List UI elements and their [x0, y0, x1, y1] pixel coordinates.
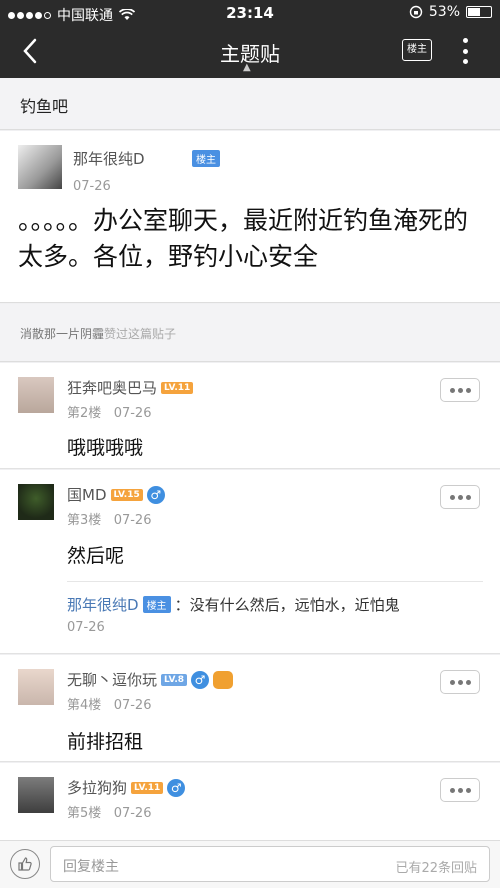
rotation-lock-icon	[409, 5, 423, 19]
floor-number: 第5楼	[67, 806, 102, 821]
sub-reply-username[interactable]: 那年很纯D	[67, 594, 139, 615]
floor-date: 07-26	[113, 698, 152, 713]
floor-date: 07-26	[113, 513, 152, 528]
nav-bar: 主题贴 ▲ 楼主	[0, 26, 500, 78]
level-badge: LV.11	[161, 381, 194, 394]
avatar[interactable]	[18, 669, 54, 705]
level-badge: LV.8	[161, 673, 187, 686]
more-options-button[interactable]	[440, 778, 480, 802]
more-vertical-icon[interactable]	[458, 38, 472, 64]
avatar[interactable]	[18, 377, 54, 413]
male-icon: ♂	[167, 778, 186, 797]
status-right: 53%	[409, 4, 492, 20]
likes-row: 消散那一片阴霾赞过这篇贴子	[0, 304, 500, 362]
louzhu-badge: 楼主	[142, 596, 171, 613]
floor-user: 无聊丶逗你玩 LV.8 ♂	[67, 669, 233, 690]
floor-meta: 第4楼 07-26	[67, 694, 151, 713]
male-icon: ♂	[146, 485, 165, 504]
more-options-button[interactable]	[440, 378, 480, 402]
floor-user: 狂奔吧奥巴马 LV.11	[67, 377, 194, 398]
floor-item: 狂奔吧奥巴马 LV.11 第2楼 07-26 哦哦哦哦	[0, 363, 500, 469]
level-badge: LV.15	[110, 488, 143, 501]
op-username[interactable]: 那年很纯D	[73, 148, 145, 169]
male-icon: ♂	[191, 670, 209, 689]
floor-number: 第4楼	[67, 698, 102, 713]
caret-up-icon: ▲	[243, 62, 251, 73]
battery-icon	[466, 6, 492, 18]
floor-number: 第2楼	[67, 406, 102, 421]
avatar[interactable]	[18, 145, 62, 189]
floor-username[interactable]: 多拉狗狗	[67, 777, 127, 798]
floor-content: 前排招租	[67, 731, 144, 753]
sub-reply-line: 那年很纯D 楼主 ：没有什么然后，远怕水，近怕鬼	[67, 594, 400, 615]
sub-reply-date: 07-26	[67, 620, 105, 635]
floor-number: 第3楼	[67, 513, 102, 528]
floor-content: 哦哦哦哦	[67, 437, 144, 459]
more-options-button[interactable]	[440, 485, 480, 509]
original-post: 那年很纯D 楼主 07-26 。。。。。办公室聊天，最近附近钓鱼淹死的太多。各位…	[0, 131, 500, 303]
floor-username[interactable]: 国MD	[67, 484, 107, 505]
floor-username[interactable]: 无聊丶逗你玩	[67, 669, 157, 690]
battery-percent: 53%	[428, 4, 460, 20]
op-date: 07-26	[73, 179, 111, 194]
more-options-button[interactable]	[440, 670, 480, 694]
avatar[interactable]	[18, 777, 54, 813]
louzhu-badge: 楼主	[192, 150, 220, 167]
floor-item: 无聊丶逗你玩 LV.8 ♂ 第4楼 07-26 前排招租	[0, 655, 500, 762]
thumbs-up-icon[interactable]	[10, 849, 40, 879]
reply-input[interactable]: 回复楼主 已有22条回贴	[50, 846, 490, 882]
like-user[interactable]: 消散那一片阴霾	[20, 327, 104, 341]
floor-date: 07-26	[113, 406, 152, 421]
floor-date: 07-26	[113, 806, 152, 821]
forum-name[interactable]: 钓鱼吧	[0, 78, 500, 130]
reply-bar: 回复楼主 已有22条回贴	[0, 840, 500, 888]
avatar[interactable]	[18, 484, 54, 520]
floor-user: 多拉狗狗 LV.11 ♂	[67, 777, 186, 798]
reply-count: 已有22条回贴	[395, 861, 477, 876]
floor-item: 多拉狗狗 LV.11 ♂ 第5楼 07-26	[0, 763, 500, 840]
level-badge: LV.11	[131, 781, 164, 794]
floor-content: 然后呢	[67, 545, 125, 567]
sub-reply[interactable]: 那年很纯D 楼主 ：没有什么然后，远怕水，近怕鬼 07-26	[67, 581, 483, 635]
floor-username[interactable]: 狂奔吧奥巴马	[67, 377, 157, 398]
status-bar: 中国联通 23:14 53%	[0, 0, 500, 26]
floor-meta: 第5楼 07-26	[67, 802, 151, 821]
op-content: 。。。。。办公室聊天，最近附近钓鱼淹死的太多。各位，野钓小心安全	[18, 206, 469, 271]
game-badge-icon	[213, 670, 233, 689]
like-suffix: 赞过这篇贴子	[104, 327, 177, 341]
sub-reply-text: ：没有什么然后，远怕水，近怕鬼	[174, 596, 400, 614]
reply-placeholder: 回复楼主	[63, 859, 119, 875]
floor-meta: 第2楼 07-26	[67, 402, 151, 421]
floor-user: 国MD LV.15 ♂	[67, 484, 165, 505]
louzhu-only-button[interactable]: 楼主	[402, 39, 432, 61]
floor-meta: 第3楼 07-26	[67, 509, 151, 528]
